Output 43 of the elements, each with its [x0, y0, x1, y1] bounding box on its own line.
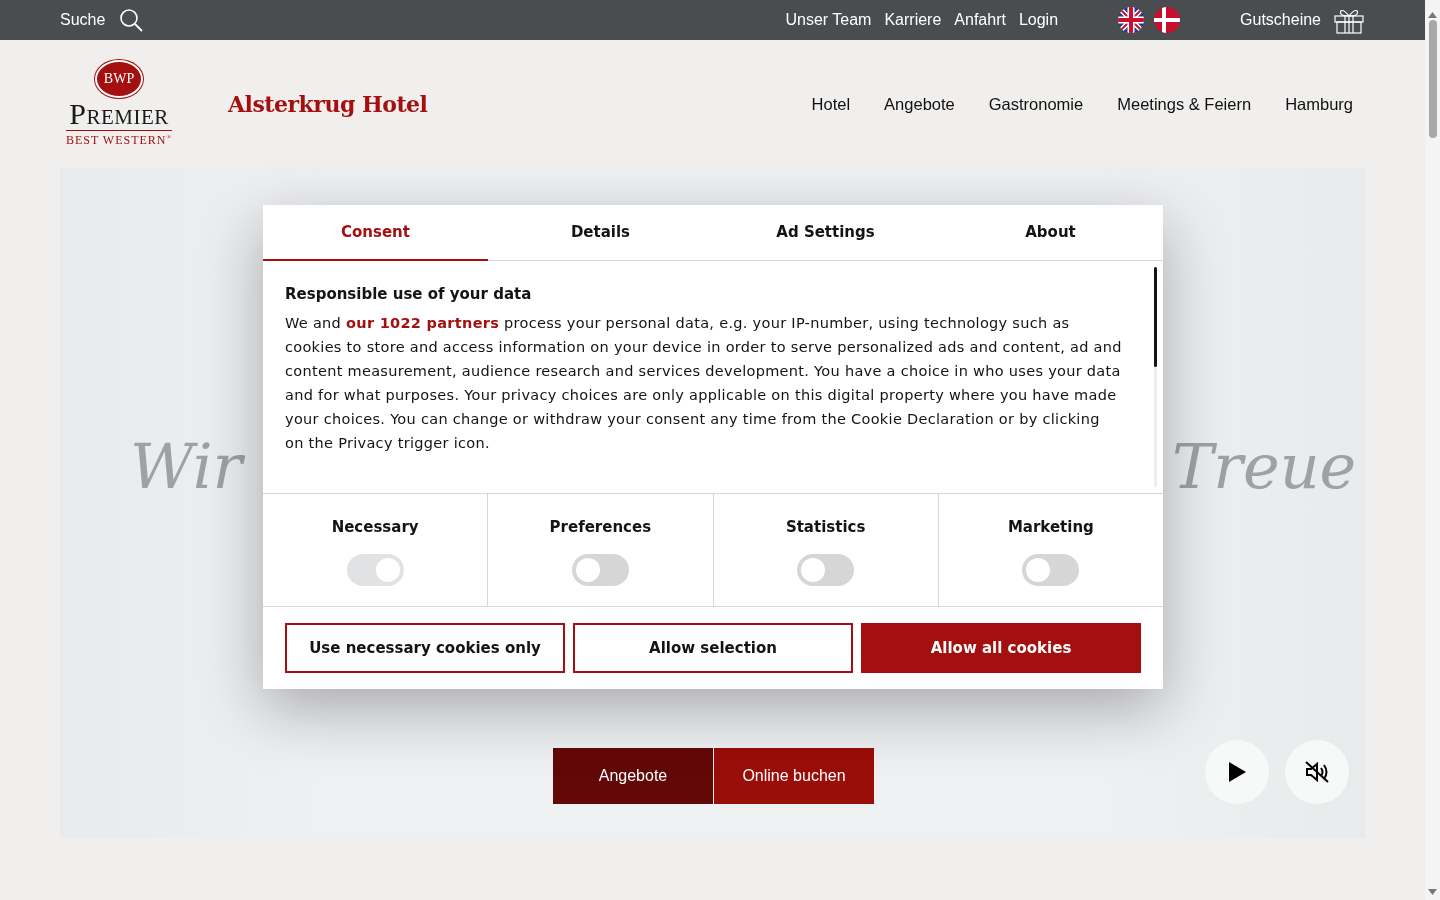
top-link[interactable]: Login: [1018, 11, 1059, 29]
partners-link[interactable]: our 1022 partners: [346, 315, 500, 331]
allow-all-button[interactable]: Allow all cookies: [861, 623, 1141, 673]
uk-flag-icon[interactable]: [1118, 7, 1145, 33]
play-icon: [1228, 762, 1246, 782]
scroll-up-icon[interactable]: [1428, 12, 1437, 18]
hero-script-text: Wir: [130, 430, 243, 503]
hotel-logo[interactable]: BWP Premier BEST WESTERN$^{®}$: [60, 60, 178, 148]
scrollbar-thumb[interactable]: [1428, 20, 1437, 138]
nav-link[interactable]: Hotel: [811, 94, 851, 114]
dialog-tab[interactable]: Details: [488, 205, 713, 261]
category-label: Statistics: [785, 518, 866, 536]
top-link[interactable]: Karriere: [884, 11, 942, 29]
search-link[interactable]: Suche: [60, 11, 106, 29]
category-label: Marketing: [1007, 518, 1094, 536]
offers-button[interactable]: Angebote: [553, 748, 713, 804]
search-icon[interactable]: [119, 8, 144, 32]
nav-link[interactable]: Angebote: [884, 94, 955, 114]
hero-script-text: Treue: [1172, 430, 1357, 503]
nav-link[interactable]: Hamburg: [1285, 94, 1353, 114]
category-label: Necessary: [331, 518, 419, 536]
top-link[interactable]: Unser Team: [785, 11, 872, 29]
top-link[interactable]: Anfahrt: [954, 11, 1006, 29]
category-toggle[interactable]: [1022, 554, 1080, 586]
category-toggle[interactable]: [571, 554, 629, 586]
scroll-down-icon[interactable]: [1428, 889, 1437, 895]
consent-button[interactable]: Use necessary cookies only: [285, 623, 565, 673]
hotel-name[interactable]: Alsterkrug Hotel: [228, 91, 428, 117]
dialog-tab[interactable]: About: [938, 205, 1163, 261]
consent-button[interactable]: Allow selection: [573, 623, 853, 673]
nav-link[interactable]: Gastronomie: [988, 94, 1084, 114]
nav-link[interactable]: Meetings & Feiern: [1117, 94, 1252, 114]
category-label: Preferences: [549, 518, 652, 536]
danish-flag-icon[interactable]: [1154, 7, 1181, 33]
scrollbar-thumb[interactable]: [1154, 267, 1157, 367]
dialog-tab[interactable]: Consent: [263, 205, 488, 261]
dialog-tab[interactable]: Ad Settings: [713, 205, 938, 261]
category-toggle[interactable]: [797, 554, 855, 586]
mute-icon: [1304, 760, 1330, 784]
consent-description: We and our 1022 partners process your personal data, e.g. your IP-number, using technology such as cookies to store and access information on your device in order to serve personalized ads and content, ad and content measurement, audience research and services development. You have a choice in who uses your data and for what purposes. Your privacy choices are only applicable on this digital property where you have made your choices. You can change or withdraw your consent any time from the Cookie Declaration or by clicking on the Privacy trigger icon.: [285, 314, 1123, 453]
book-online-button[interactable]: Online buchen: [714, 748, 874, 804]
dialog-heading: Responsible use of your data: [285, 285, 533, 303]
vouchers-link[interactable]: Gutscheine: [1240, 11, 1321, 29]
